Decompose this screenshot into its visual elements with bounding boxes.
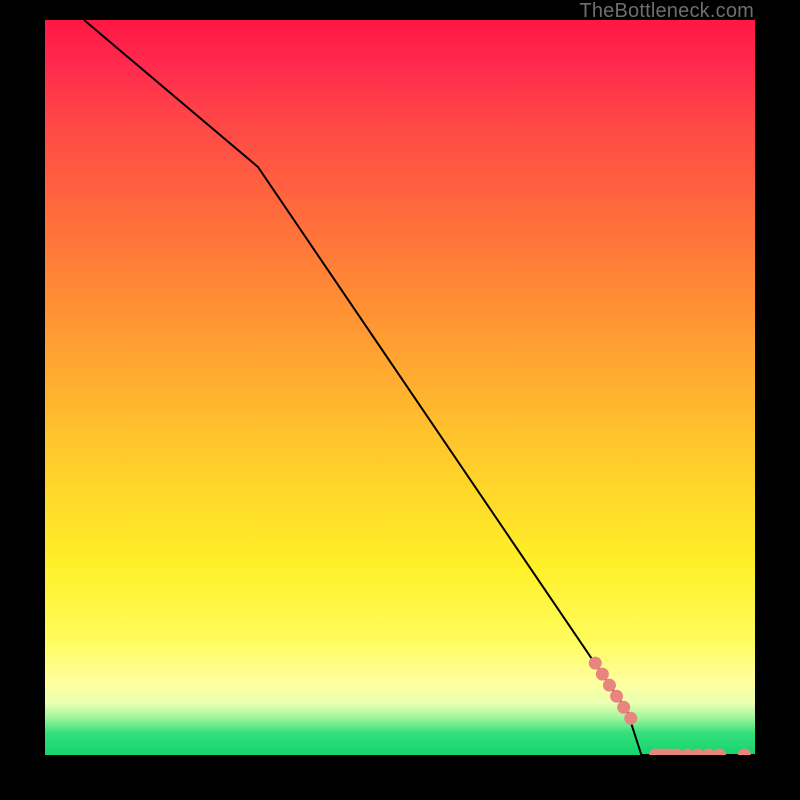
- chart-marker: [738, 749, 751, 756]
- chart-marker: [617, 701, 630, 714]
- chart-marker: [624, 712, 637, 725]
- chart-frame: TheBottleneck.com: [0, 0, 800, 800]
- chart-marker: [596, 668, 609, 681]
- chart-marker: [589, 657, 602, 670]
- chart-marker: [713, 749, 726, 756]
- chart-line: [84, 20, 755, 755]
- plot-area: [45, 20, 755, 755]
- chart-marker: [603, 679, 616, 692]
- chart-marker: [610, 690, 623, 703]
- chart-svg: [45, 20, 755, 755]
